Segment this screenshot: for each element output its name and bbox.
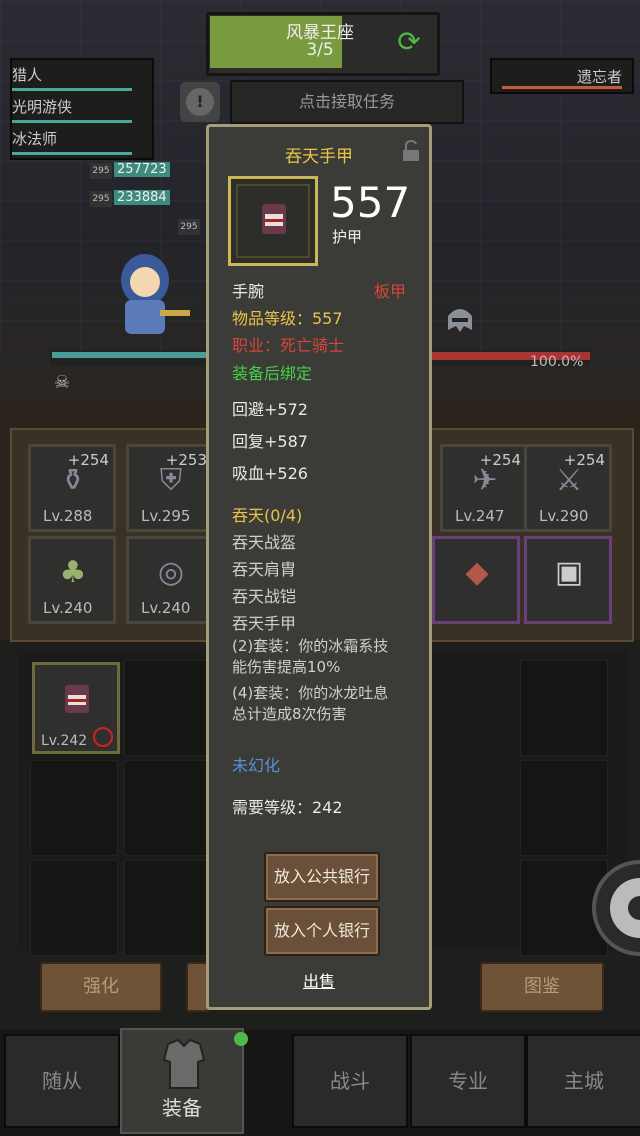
equipment-item-icon: ♣	[59, 555, 87, 590]
codex-button[interactable]: 图鉴	[480, 962, 604, 1012]
lock-icon[interactable]	[402, 139, 420, 162]
item-class-requirement: 职业：死亡骑士	[232, 336, 345, 355]
set-bonus-2: (2)套装：你的冰霜系技 能伤害提高10%	[232, 637, 389, 676]
not-usable-icon	[93, 727, 113, 747]
equip-slot[interactable]: ♣ Lv.240	[28, 536, 116, 624]
transmog-status: 未幻化	[232, 756, 281, 775]
party-member-hp-bar	[12, 120, 132, 123]
equipment-item-icon: ⚔	[555, 463, 583, 498]
accept-task-button[interactable]: 点击接取任务	[230, 80, 464, 124]
equip-slot[interactable]: ◆	[432, 536, 520, 624]
tab-main-city[interactable]: 主城	[526, 1034, 640, 1128]
item-stat: 吸血+526	[232, 464, 308, 483]
damage-meter-row: 295 257723	[90, 162, 170, 179]
equip-slot[interactable]: +253 ⛨ Lv.295	[126, 444, 214, 532]
tab-follower[interactable]: 随从	[4, 1034, 120, 1128]
equipment-item-icon: ◆	[465, 555, 489, 590]
boss-hp-percent: 100.0%	[530, 354, 584, 370]
required-level: 需要等级：242	[232, 798, 343, 817]
enhance-button[interactable]: 强化	[40, 962, 162, 1012]
enemy-hp-bar	[502, 86, 622, 89]
personal-bank-button[interactable]: 放入个人银行	[264, 906, 380, 956]
set-item: 吞天战盔	[232, 533, 297, 552]
skull-icon: ☠	[54, 372, 71, 393]
inventory-cell[interactable]	[124, 660, 212, 756]
set-item: 吞天手甲	[232, 614, 297, 633]
tab-profession[interactable]: 专业	[410, 1034, 526, 1128]
inventory-cell[interactable]	[30, 860, 118, 956]
party-member-name: 光明游侠	[12, 98, 73, 116]
party-member-mage[interactable]: 冰法师	[12, 128, 142, 158]
armor-label: 护甲	[332, 228, 363, 246]
equip-slot[interactable]: ◎ Lv.240	[126, 536, 214, 624]
equip-slot[interactable]: ▣	[524, 536, 612, 624]
inventory-cell[interactable]	[520, 660, 608, 756]
item-slot: 手腕	[232, 282, 265, 301]
chest-armor-icon	[162, 1038, 206, 1089]
tab-equipment[interactable]: 装备	[120, 1028, 248, 1134]
damage-meter-row: 295	[178, 218, 202, 235]
notification-dot	[234, 1032, 248, 1046]
party-member-name: 猎人	[12, 66, 43, 84]
item-stat: 回复+587	[232, 432, 308, 451]
equipment-item-icon: ⛨	[159, 463, 183, 498]
inventory-item-gauntlet[interactable]: Lv.242	[32, 662, 120, 754]
item-stat: 回避+572	[232, 400, 308, 419]
set-bonus-4: (4)套装：你的冰龙吐息 总计造成8次伤害	[232, 684, 389, 723]
settings-gear-icon[interactable]	[590, 858, 640, 958]
gauntlet-icon	[236, 184, 310, 258]
armor-value: 557	[330, 178, 411, 227]
alert-icon[interactable]: !	[180, 82, 220, 122]
tab-battle[interactable]: 战斗	[292, 1034, 408, 1128]
equipment-item-icon: ⚱	[60, 463, 86, 498]
public-bank-button[interactable]: 放入公共银行	[264, 852, 380, 902]
hero-character	[100, 240, 190, 340]
set-item: 吞天肩胄	[232, 560, 297, 579]
inventory-cell[interactable]	[124, 760, 212, 856]
item-name: 吞天手甲	[285, 147, 353, 167]
item-bind-type: 装备后绑定	[232, 364, 313, 383]
party-member-hp-bar	[12, 88, 132, 91]
item-material: 板甲	[374, 282, 407, 301]
refresh-icon[interactable]: ⟳	[393, 26, 425, 58]
set-item: 吞天战铠	[232, 587, 297, 606]
equipment-item-icon: ◎	[157, 555, 185, 590]
equipment-item-icon: ✈	[472, 463, 498, 498]
equip-slot[interactable]: +254 ⚱ Lv.288	[28, 444, 116, 532]
enemy-panel[interactable]: 遗忘者	[490, 58, 634, 94]
equipment-item-icon: ▣	[554, 555, 584, 590]
party-member-hunter[interactable]: 猎人	[12, 64, 142, 94]
sell-link[interactable]: 出售	[206, 968, 432, 992]
party-member-hp-bar	[12, 152, 132, 155]
enemy-helmet-icon	[440, 300, 480, 340]
party-member-name: 冰法师	[12, 130, 58, 148]
inventory-cell[interactable]	[30, 760, 118, 856]
set-name: 吞天(0/4)	[232, 506, 303, 525]
equip-slot[interactable]: +254 ✈ Lv.247	[440, 444, 528, 532]
item-level: Lv.242	[41, 733, 88, 749]
party-member-ranger[interactable]: 光明游侠	[12, 96, 142, 126]
tab-equipment-label: 装备	[162, 1096, 202, 1120]
gauntlet-icon	[65, 685, 89, 713]
enemy-name: 遗忘者	[576, 68, 622, 86]
equip-slot[interactable]: +254 ⚔ Lv.290	[524, 444, 612, 532]
damage-meter-row: 295 233884	[90, 190, 170, 207]
inventory-cell[interactable]	[124, 860, 212, 956]
inventory-cell[interactable]	[520, 760, 608, 856]
item-level: 物品等级：557	[232, 309, 343, 328]
